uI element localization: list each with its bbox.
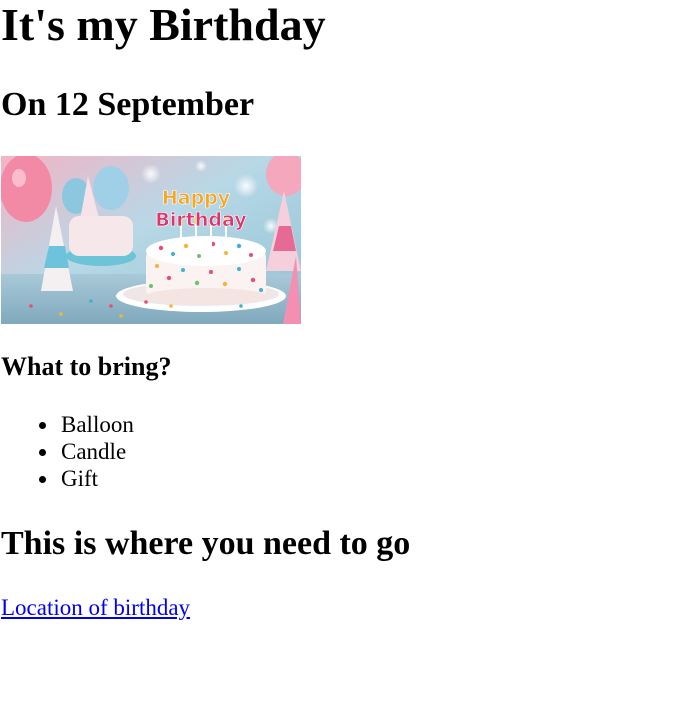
list-item: Candle: [39, 438, 134, 465]
cake-sign-line2: Birthday: [155, 209, 247, 231]
list-item-label: Balloon: [61, 412, 134, 437]
birthday-date-heading: On 12 September: [1, 86, 255, 123]
list-item-label: Candle: [61, 439, 127, 464]
list-item: Gift: [39, 465, 134, 492]
birthday-cake-image: Happy Birthday: [1, 156, 301, 324]
bullet-icon: [39, 449, 46, 456]
bring-list: Balloon Candle Gift: [39, 411, 134, 492]
location-heading: This is where you need to go: [1, 525, 411, 562]
what-to-bring-heading: What to bring?: [1, 352, 172, 381]
list-item: Balloon: [39, 411, 134, 438]
cake-sign-line1: Happy: [162, 187, 231, 209]
location-link[interactable]: Location of birthday: [1, 594, 190, 621]
page-title: It's my Birthday: [1, 0, 326, 50]
bullet-icon: [39, 476, 46, 483]
bullet-icon: [39, 422, 46, 429]
page: It's my Birthday On 12 September Happy B…: [0, 0, 678, 704]
list-item-label: Gift: [61, 466, 99, 491]
